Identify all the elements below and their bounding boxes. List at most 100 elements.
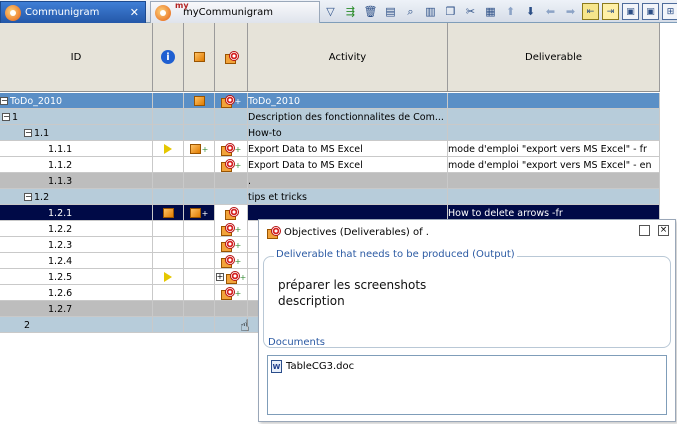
column-header-deliverable[interactable]: Deliverable — [448, 23, 660, 91]
row-activity[interactable]: Export Data to MS Excel — [248, 157, 448, 173]
objective-icon[interactable] — [220, 159, 235, 172]
save-icon[interactable]: ▣ — [622, 3, 639, 20]
column-header-info[interactable]: i — [153, 23, 184, 91]
add-icon[interactable]: + — [235, 257, 242, 266]
output-legend: Deliverable that needs to be produced (O… — [274, 249, 517, 260]
collapse-icon[interactable]: − — [0, 97, 8, 105]
table-row[interactable]: −1.1 How-to — [0, 125, 660, 141]
collapse-icon[interactable]: − — [24, 129, 32, 137]
table-row[interactable]: −1 Description des fonctionnalites de Co… — [0, 109, 660, 125]
tab-communigram[interactable]: Communigram ✕ — [0, 1, 146, 23]
row-deliverable[interactable] — [448, 93, 660, 109]
objective-icon[interactable] — [220, 143, 235, 156]
export-icon[interactable]: ⊞ — [662, 3, 677, 20]
table-row[interactable]: 1.1.2 + Export Data to MS Excel mode d'e… — [0, 157, 660, 173]
objective-icon[interactable] — [220, 239, 235, 252]
output-group: Deliverable that needs to be produced (O… — [263, 249, 671, 348]
objectives-popup: Objectives (Deliverables) of . × Deliver… — [258, 219, 676, 422]
document-icon[interactable]: ▥ — [422, 3, 439, 20]
box-icon[interactable] — [189, 144, 201, 154]
add-icon[interactable]: + — [202, 209, 209, 218]
objective-icon — [224, 51, 239, 64]
arrow-right-icon[interactable]: ➡ — [562, 3, 579, 20]
row-id: 1.2.3 — [48, 239, 73, 251]
row-deliverable[interactable] — [448, 125, 660, 141]
cut-icon[interactable]: ✂ — [462, 3, 479, 20]
print-preview-icon[interactable]: ▤ — [382, 3, 399, 20]
objective-icon[interactable] — [225, 271, 240, 284]
add-icon[interactable]: + — [235, 225, 242, 234]
add-icon[interactable]: + — [235, 241, 242, 250]
arrow-up-icon[interactable]: ⬆ — [502, 3, 519, 20]
objective-icon[interactable] — [224, 207, 239, 220]
row-activity[interactable]: Description des fonctionnalites de Com..… — [248, 109, 448, 125]
row-activity[interactable]: How-to — [248, 125, 448, 141]
close-icon[interactable]: × — [658, 225, 669, 236]
objective-icon[interactable] — [220, 287, 235, 300]
row-deliverable[interactable] — [448, 189, 660, 205]
add-icon[interactable]: + — [240, 273, 247, 282]
objective-icon[interactable] — [220, 223, 235, 236]
paste-icon[interactable]: ▦ — [482, 3, 499, 20]
column-header-activity[interactable]: Activity — [248, 23, 448, 91]
popup-window-controls: × — [639, 225, 669, 236]
row-id: 1.2.5 — [48, 271, 73, 283]
table-row[interactable]: 1.1.3 . — [0, 173, 660, 189]
close-icon[interactable]: ✕ — [130, 6, 139, 19]
tab-label: myCommunigram — [183, 7, 274, 18]
row-id: 1.2.4 — [48, 255, 73, 267]
table-row[interactable]: 1.1.1 + + Export Data to MS Excel mode d… — [0, 141, 660, 157]
column-header-objective[interactable] — [215, 23, 248, 91]
row-activity[interactable]: . — [248, 173, 448, 189]
popup-title: Objectives (Deliverables) of . — [267, 224, 429, 240]
row-id: 2 — [24, 319, 31, 331]
row-id: 1.1.2 — [48, 159, 73, 171]
indent-icon[interactable]: ⇤ — [582, 3, 599, 20]
find-icon[interactable]: ⌕ — [402, 3, 419, 20]
outdent-icon[interactable]: ⇥ — [602, 3, 619, 20]
arrow-down-icon[interactable]: ⬇ — [522, 3, 539, 20]
add-icon[interactable]: + — [235, 289, 242, 298]
output-text[interactable]: préparer les screenshots description — [278, 277, 426, 309]
move-box-icon[interactable] — [162, 208, 174, 218]
dropdown-arrow-icon[interactable]: ▽ — [322, 3, 339, 20]
expand-icon[interactable]: + — [215, 273, 224, 281]
play-arrow-icon[interactable] — [164, 144, 172, 154]
collapse-icon[interactable]: − — [2, 113, 10, 121]
column-header-id[interactable]: ID — [0, 23, 153, 91]
copy-icon[interactable]: ❐ — [442, 3, 459, 20]
document-item[interactable]: W TableCG3.doc — [271, 360, 354, 373]
add-icon[interactable]: + — [202, 145, 209, 154]
restore-icon[interactable] — [639, 225, 650, 236]
box-icon[interactable] — [189, 208, 201, 218]
row-deliverable[interactable]: mode d'emploi "export vers MS Excel" - e… — [448, 157, 660, 173]
add-icon[interactable]: + — [235, 161, 242, 170]
objective-icon[interactable] — [220, 95, 235, 108]
save-as-icon[interactable]: ▣ — [642, 3, 659, 20]
objective-icon[interactable] — [220, 255, 235, 268]
add-icon[interactable]: + — [235, 145, 242, 154]
row-activity[interactable]: tips et tricks — [248, 189, 448, 205]
row-deliverable[interactable] — [448, 173, 660, 189]
row-id: 1.2.2 — [48, 223, 73, 235]
table-row[interactable]: − ToDo_2010 + ToDo_2010 — [0, 93, 660, 109]
row-activity[interactable]: ToDo_2010 — [248, 93, 448, 109]
delete-icon[interactable]: 🗑 — [362, 3, 379, 20]
add-icon[interactable]: + — [235, 97, 242, 106]
documents-label: Documents — [268, 337, 326, 348]
insert-rows-icon[interactable]: ⇶ — [342, 3, 359, 20]
column-header-box[interactable] — [184, 23, 215, 91]
hand-cursor-icon: ☝ — [240, 316, 250, 335]
communigram-logo-icon — [5, 4, 21, 21]
row-deliverable[interactable]: mode d'emploi "export vers MS Excel" - f… — [448, 141, 660, 157]
tab-mycommunigram[interactable]: my myCommunigram — [150, 1, 320, 23]
row-activity[interactable]: Export Data to MS Excel — [248, 141, 448, 157]
collapse-icon[interactable]: − — [24, 193, 32, 201]
table-row[interactable]: −1.2 tips et tricks — [0, 189, 660, 205]
play-arrow-icon[interactable] — [164, 272, 172, 282]
arrow-left-icon[interactable]: ⬅ — [542, 3, 559, 20]
documents-list[interactable]: W TableCG3.doc — [267, 355, 667, 415]
row-deliverable[interactable] — [448, 109, 660, 125]
info-icon: i — [161, 50, 175, 64]
box-icon[interactable] — [193, 96, 205, 106]
